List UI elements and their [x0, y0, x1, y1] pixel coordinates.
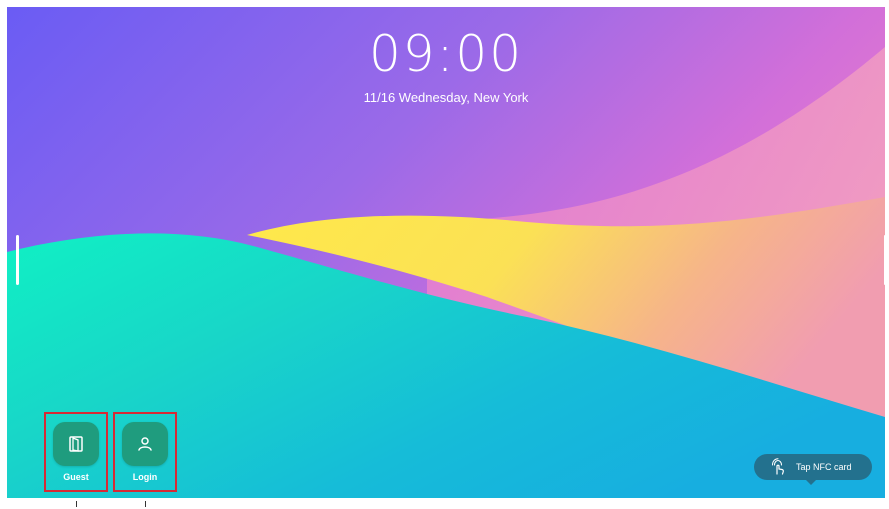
callout-tick-guest [76, 501, 77, 507]
nfc-label: Tap NFC card [796, 462, 852, 472]
nfc-tap-icon [770, 458, 788, 476]
right-edge-handle[interactable] [884, 235, 885, 285]
lock-screen: 09:00 11/16 Wednesday, New York Guest Lo… [7, 7, 885, 498]
clock-time: 09:00 [368, 25, 524, 83]
date-location: 11/16 Wednesday, New York [363, 90, 529, 105]
guest-app-tile[interactable]: Guest [44, 412, 108, 492]
nfc-tap-button[interactable]: Tap NFC card [754, 454, 872, 485]
user-icon[interactable] [122, 422, 168, 466]
callout-tick-login [145, 501, 146, 507]
left-edge-handle[interactable] [16, 235, 19, 285]
login-label: Login [132, 472, 158, 482]
login-app-tile[interactable]: Login [113, 412, 177, 492]
guest-label: Guest [63, 472, 89, 482]
door-icon[interactable] [53, 422, 99, 466]
